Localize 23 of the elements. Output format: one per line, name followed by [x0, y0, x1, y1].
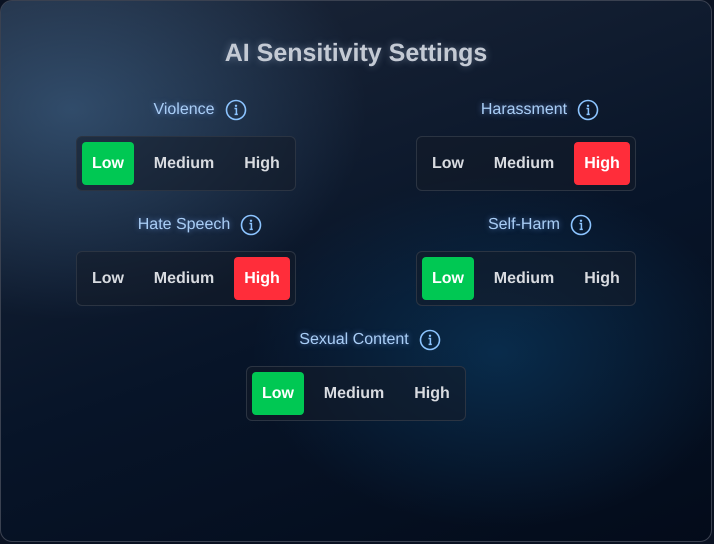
level-option[interactable]: High — [574, 142, 630, 185]
level-option[interactable]: High — [234, 257, 290, 300]
level-option[interactable]: High — [234, 142, 290, 185]
info-icon[interactable] — [570, 214, 592, 236]
info-icon[interactable] — [240, 214, 262, 236]
category-label: Hate Speech — [138, 216, 230, 234]
info-icon[interactable] — [577, 99, 600, 121]
category-label: Harassment — [480, 101, 568, 119]
level-option[interactable]: Medium — [140, 257, 228, 300]
panel-title: AI Sensitivity Settings — [224, 39, 488, 68]
category-label: Violence — [153, 101, 215, 119]
level-option[interactable]: High — [404, 372, 460, 415]
level-option[interactable]: Medium — [140, 142, 228, 185]
level-option[interactable]: Low — [82, 257, 134, 300]
level-option[interactable]: Medium — [310, 372, 398, 415]
level-option[interactable]: Low — [422, 142, 474, 185]
info-icon[interactable] — [418, 329, 441, 351]
level-option[interactable]: Medium — [480, 257, 568, 300]
level-option[interactable]: Medium — [480, 142, 568, 185]
level-option[interactable]: High — [574, 257, 630, 300]
category-label: Self-Harm — [488, 216, 560, 234]
category-label: Sexual Content — [299, 331, 409, 349]
info-icon[interactable] — [224, 99, 247, 121]
